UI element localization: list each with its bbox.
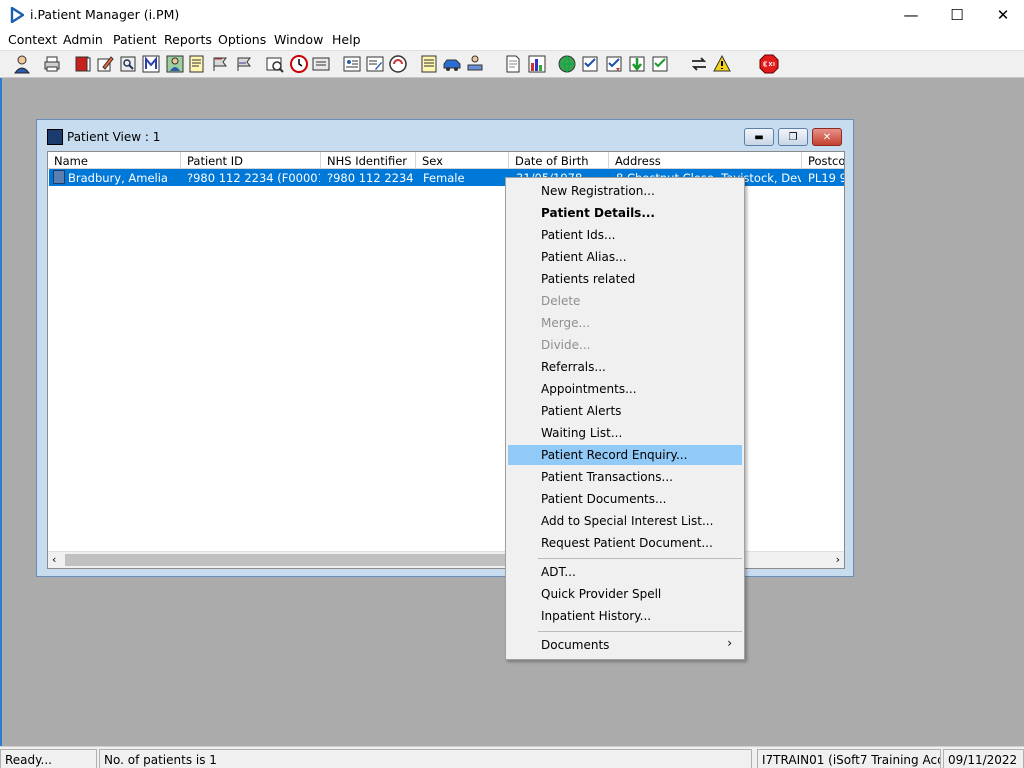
person-card-icon[interactable]	[342, 54, 362, 74]
card-edit-icon[interactable]	[365, 54, 385, 74]
check-list-icon[interactable]	[580, 54, 600, 74]
menu-item-inpatient-history[interactable]: Inpatient History...	[508, 606, 742, 626]
menu-bar: Context Admin Patient Reports Options Wi…	[0, 30, 1024, 50]
menu-item-appointments[interactable]: Appointments...	[508, 379, 742, 399]
printer-icon[interactable]	[42, 54, 62, 74]
card-icon[interactable]	[311, 54, 331, 74]
user-icon[interactable]	[12, 54, 32, 74]
menu-window[interactable]: Window	[274, 32, 323, 47]
m-icon[interactable]	[141, 54, 161, 74]
patient-count: No. of patients is 1	[99, 749, 752, 768]
col-header-address[interactable]: Address	[609, 152, 802, 169]
binoculars-icon[interactable]	[265, 54, 285, 74]
menu-item-patient-alerts[interactable]: Patient Alerts	[508, 401, 742, 421]
menu-item-divide: Divide...	[541, 338, 591, 352]
child-minimize-button[interactable]: ▬	[744, 128, 774, 146]
flag-icon[interactable]	[211, 54, 231, 74]
menu-item-documents-label: Documents	[541, 638, 610, 652]
menu-item-patient-transactions[interactable]: Patient Transactions...	[508, 467, 742, 487]
context-menu: New Registration... Patient Details... P…	[505, 177, 745, 660]
submenu-arrow-icon: ›	[727, 636, 732, 650]
app-logo-icon	[10, 7, 24, 23]
menu-item-add-special-interest[interactable]: Add to Special Interest List...	[508, 511, 742, 531]
person-icon[interactable]	[165, 54, 185, 74]
menu-item-patient-record-enquiry[interactable]: Patient Record Enquiry...	[508, 445, 742, 465]
menu-item-referrals[interactable]: Referrals...	[508, 357, 742, 377]
list-header: Name Patient ID NHS Identifier Sex Date …	[48, 152, 844, 169]
col-header-nhs-identifier[interactable]: NHS Identifier	[321, 152, 416, 169]
arrow-down-icon[interactable]	[627, 54, 647, 74]
cell-patient-id: ?980 112 2234 (F000019)	[187, 171, 320, 185]
swap-icon[interactable]	[689, 54, 709, 74]
cell-nhs-identifier: ?980 112 2234	[327, 171, 414, 185]
menu-item-request-patient-document[interactable]: Request Patient Document...	[508, 533, 742, 553]
globe-icon[interactable]	[557, 54, 577, 74]
edit-icon[interactable]	[95, 54, 115, 74]
menu-item-new-registration[interactable]: New Registration...	[508, 181, 742, 201]
check-list-icon[interactable]	[650, 54, 670, 74]
col-header-patient-id[interactable]: Patient ID	[181, 152, 321, 169]
clock-icon[interactable]	[289, 54, 309, 74]
status-bar: Ready... No. of patients is 1 I7TRAIN01 …	[0, 746, 1024, 768]
menu-item-quick-provider-spell[interactable]: Quick Provider Spell	[508, 584, 742, 604]
patient-view-title: Patient View : 1	[67, 130, 161, 144]
col-header-name[interactable]: Name	[48, 152, 181, 169]
menu-item-patient-details[interactable]: Patient Details...	[508, 203, 742, 223]
chart-icon[interactable]	[527, 54, 547, 74]
status-date: 09/11/2022	[943, 749, 1024, 768]
menu-item-documents[interactable]: Documents ›	[508, 635, 742, 655]
menu-item-patients-related[interactable]: Patients related	[508, 269, 742, 289]
toolbar	[0, 50, 1024, 78]
menu-separator	[538, 558, 742, 559]
notes-icon[interactable]	[187, 54, 207, 74]
book-icon[interactable]	[73, 54, 93, 74]
menu-item-patient-ids[interactable]: Patient Ids...	[508, 225, 742, 245]
menu-options[interactable]: Options	[218, 32, 266, 47]
maximize-button[interactable]: ☐	[934, 0, 980, 30]
minimize-button[interactable]: —	[888, 0, 934, 30]
menu-item-merge: Merge...	[541, 316, 590, 330]
status-text: Ready...	[0, 749, 97, 768]
menu-separator	[538, 631, 742, 632]
scrollbar-thumb[interactable]	[65, 554, 515, 566]
car-icon[interactable]	[442, 54, 462, 74]
child-close-button[interactable]: ✕	[812, 128, 842, 146]
menu-item-patient-documents[interactable]: Patient Documents...	[508, 489, 742, 509]
scroll-left-icon[interactable]: ‹	[52, 553, 56, 566]
scroll-right-icon[interactable]: ›	[836, 553, 840, 566]
child-restore-button[interactable]: ❐	[778, 128, 808, 146]
exit-icon[interactable]	[759, 54, 779, 74]
menu-context[interactable]: Context	[8, 32, 57, 47]
person-ride-icon[interactable]	[465, 54, 485, 74]
disc-icon[interactable]	[388, 54, 408, 74]
check-list-icon[interactable]	[604, 54, 624, 74]
col-header-sex[interactable]: Sex	[416, 152, 509, 169]
patient-view-titlebar[interactable]: Patient View : 1 ▬ ❐ ✕	[37, 120, 853, 148]
search-icon[interactable]	[118, 54, 138, 74]
close-button[interactable]: ✕	[980, 0, 1024, 30]
patient-view-icon	[47, 129, 63, 145]
menu-help[interactable]: Help	[332, 32, 361, 47]
menu-reports[interactable]: Reports	[164, 32, 212, 47]
patient-icon	[53, 170, 65, 184]
col-header-postcode[interactable]: Postcoc	[802, 152, 844, 169]
list-icon[interactable]	[419, 54, 439, 74]
cell-postcode: PL19 9...	[808, 171, 844, 185]
warning-icon[interactable]	[712, 54, 732, 74]
col-header-date-of-birth[interactable]: Date of Birth	[509, 152, 609, 169]
menu-item-adt[interactable]: ADT...	[508, 562, 742, 582]
flag-icon[interactable]	[235, 54, 255, 74]
title-bar: i.Patient Manager (i.PM) — ☐ ✕	[0, 0, 1024, 30]
menu-item-delete: Delete	[541, 294, 581, 308]
menu-item-waiting-list[interactable]: Waiting List...	[508, 423, 742, 443]
document-icon[interactable]	[503, 54, 523, 74]
cell-sex: Female	[423, 171, 465, 185]
menu-patient[interactable]: Patient	[113, 32, 157, 47]
menu-item-patient-alias[interactable]: Patient Alias...	[508, 247, 742, 267]
window-title: i.Patient Manager (i.PM)	[30, 7, 180, 22]
user-account: I7TRAIN01 (iSoft7 Training Account)	[757, 749, 941, 768]
menu-admin[interactable]: Admin	[63, 32, 103, 47]
cell-name: Bradbury, Amelia	[68, 171, 168, 185]
